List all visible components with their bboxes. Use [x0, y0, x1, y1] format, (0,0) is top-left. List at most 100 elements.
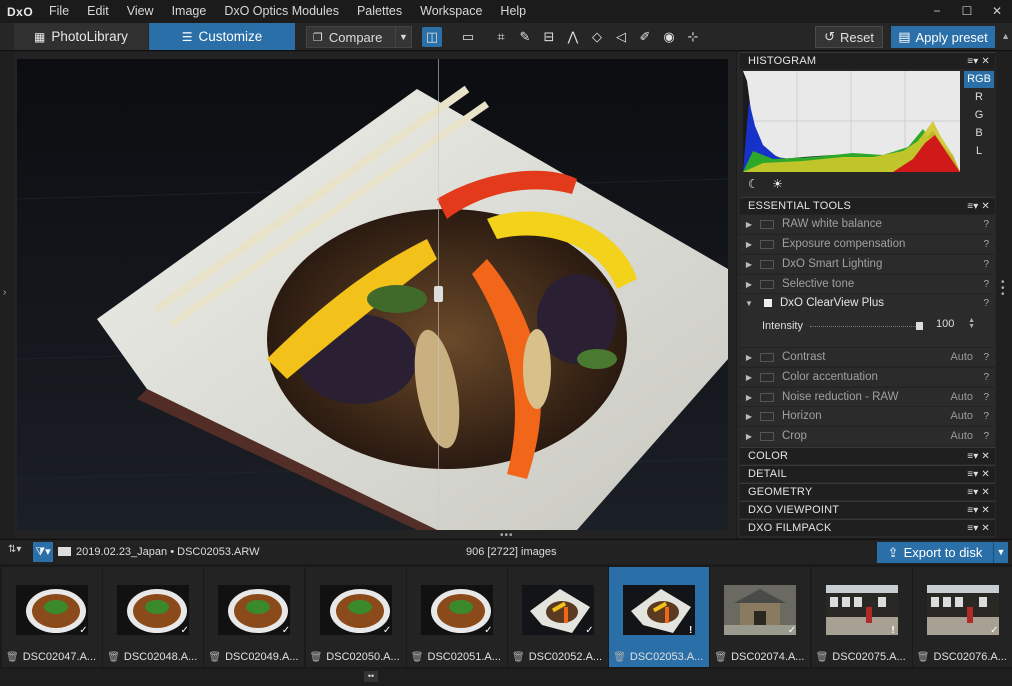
- tool-toggle[interactable]: [760, 219, 774, 229]
- expand-icon[interactable]: ▶: [742, 260, 756, 269]
- expand-icon[interactable]: ▶: [742, 412, 756, 421]
- tool-horizon[interactable]: ▶ Horizon Auto ?: [740, 406, 995, 425]
- palette-viewpoint-header[interactable]: DXO VIEWPOINT ≡▾ ✕: [740, 501, 995, 518]
- tool-smart-lighting[interactable]: ▶ DxO Smart Lighting ?: [740, 254, 995, 273]
- histogram-channel-g[interactable]: G: [964, 107, 994, 124]
- palette-filmpack-header[interactable]: DXO FILMPACK ≡▾ ✕: [740, 519, 995, 536]
- palette-color-header[interactable]: COLOR ≡▾ ✕: [740, 447, 995, 464]
- palette-menu-close-icon[interactable]: ≡▾ ✕: [967, 487, 990, 498]
- essential-tools-header[interactable]: ESSENTIAL TOOLS ≡▾ ✕: [740, 197, 995, 214]
- palette-menu-close-icon[interactable]: ≡▾ ✕: [967, 56, 990, 67]
- trash-icon[interactable]: 🗑: [310, 652, 323, 663]
- tool-toggle[interactable]: [760, 392, 774, 402]
- perspective-free-icon[interactable]: ◁: [611, 27, 631, 47]
- filmstrip-thumbnail[interactable]: ✓ 🗑 DSC02051.A...: [406, 567, 507, 667]
- help-icon[interactable]: ?: [983, 219, 989, 230]
- split-view-icon[interactable]: ◫: [422, 27, 442, 47]
- expand-icon[interactable]: ▶: [742, 373, 756, 382]
- filmstrip-thumbnail[interactable]: ✓ 🗑 DSC02076.A...: [912, 567, 1012, 667]
- filmstrip-thumbnail[interactable]: ! 🗑 DSC02075.A...: [811, 567, 912, 667]
- histogram-channel-rgb[interactable]: RGB: [964, 71, 994, 88]
- collapse-toolbar-icon[interactable]: ▲: [1001, 31, 1010, 41]
- tool-color-accentuation[interactable]: ▶ Color accentuation ?: [740, 367, 995, 386]
- tool-toggle[interactable]: [760, 372, 774, 382]
- histogram-header[interactable]: HISTOGRAM ≡▾ ✕: [740, 52, 995, 69]
- trash-icon[interactable]: 🗑: [917, 652, 930, 663]
- filter-icon[interactable]: ⧩▾: [33, 542, 53, 562]
- trash-icon[interactable]: 🗑: [512, 652, 525, 663]
- tool-noise-reduction[interactable]: ▶ Noise reduction - RAW Auto ?: [740, 387, 995, 406]
- trash-icon[interactable]: 🗑: [613, 652, 626, 663]
- expand-icon[interactable]: ▶: [742, 240, 756, 249]
- tool-raw-white-balance[interactable]: ▶ RAW white balance ?: [740, 214, 995, 233]
- palette-menu-close-icon[interactable]: ≡▾ ✕: [967, 505, 990, 516]
- expand-icon[interactable]: ▶: [742, 393, 756, 402]
- perspective-rect-icon[interactable]: ◇: [587, 27, 607, 47]
- menu-palettes[interactable]: Palettes: [348, 0, 411, 23]
- expand-icon[interactable]: ▶: [742, 280, 756, 289]
- expand-icon[interactable]: ▶: [742, 220, 756, 229]
- tool-clearview-plus[interactable]: ▼ DxO ClearView Plus ?: [740, 293, 995, 312]
- menu-edit[interactable]: Edit: [78, 0, 118, 23]
- highlight-clipping-icon[interactable]: ☀: [772, 177, 783, 191]
- trash-icon[interactable]: 🗑: [816, 652, 829, 663]
- apply-preset-button[interactable]: ▤ Apply preset: [891, 26, 995, 48]
- help-icon[interactable]: ?: [983, 392, 989, 403]
- menu-file[interactable]: File: [40, 0, 78, 23]
- filmstrip-thumbnail[interactable]: ✓ 🗑 DSC02050.A...: [305, 567, 406, 667]
- minimize-button[interactable]: −: [922, 0, 952, 22]
- help-icon[interactable]: ?: [983, 411, 989, 422]
- menu-optics-modules[interactable]: DxO Optics Modules: [215, 0, 348, 23]
- help-icon[interactable]: ?: [983, 259, 989, 270]
- palette-menu-close-icon[interactable]: ≡▾ ✕: [967, 523, 990, 534]
- filmstrip-thumbnail[interactable]: ✓ 🗑 DSC02052.A...: [508, 567, 608, 667]
- image-viewer[interactable]: •••: [14, 52, 736, 541]
- right-panel-scrollbar[interactable]: • • •: [996, 52, 1012, 538]
- trash-icon[interactable]: 🗑: [107, 652, 120, 663]
- export-dropdown-icon[interactable]: ▼: [993, 542, 1008, 563]
- local-adjust-icon[interactable]: ⊹: [683, 27, 703, 47]
- maximize-button[interactable]: ☐: [952, 0, 982, 22]
- tool-selective-tone[interactable]: ▶ Selective tone ?: [740, 274, 995, 293]
- tab-customize[interactable]: ☰ Customize: [149, 23, 295, 50]
- expand-icon[interactable]: ▶: [742, 353, 756, 362]
- drag-handle-icon[interactable]: • • •: [1001, 278, 1005, 300]
- filmstrip-thumbnail[interactable]: ✓ 🗑 DSC02049.A...: [204, 567, 305, 667]
- tool-crop[interactable]: ▶ Crop Auto ?: [740, 426, 995, 445]
- menu-view[interactable]: View: [118, 0, 163, 23]
- menu-image[interactable]: Image: [163, 0, 216, 23]
- histogram-channel-l[interactable]: L: [964, 143, 994, 160]
- horizon-icon[interactable]: ⊟: [539, 27, 559, 47]
- help-icon[interactable]: ?: [983, 352, 989, 363]
- eyedropper-icon[interactable]: ✎: [515, 27, 535, 47]
- trash-icon[interactable]: 🗑: [208, 652, 221, 663]
- tool-toggle[interactable]: [760, 259, 774, 269]
- intensity-slider-thumb[interactable]: [916, 322, 923, 330]
- photo-preview[interactable]: [17, 59, 728, 530]
- expand-icon[interactable]: ▶: [742, 432, 756, 441]
- filmstrip-thumbnail[interactable]: ! 🗑 DSC02053.A...: [609, 567, 710, 667]
- palette-geometry-header[interactable]: GEOMETRY ≡▾ ✕: [740, 483, 995, 500]
- split-handle[interactable]: [434, 286, 443, 302]
- filmstrip-thumbnail[interactable]: ✓ 🗑 DSC02074.A...: [710, 567, 811, 667]
- help-icon[interactable]: ?: [983, 239, 989, 250]
- intensity-spinner-icon[interactable]: ▲ ▼: [968, 317, 975, 330]
- filmstrip-resize-handle[interactable]: ••: [364, 671, 378, 682]
- palette-menu-close-icon[interactable]: ≡▾ ✕: [967, 451, 990, 462]
- filmstrip-thumbnail[interactable]: ✓ 🗑 DSC02047.A...: [2, 567, 102, 667]
- crop-icon[interactable]: ⌗: [491, 27, 511, 47]
- trash-icon[interactable]: 🗑: [714, 652, 727, 663]
- shadow-clipping-icon[interactable]: ☾: [748, 177, 759, 191]
- reset-button[interactable]: ↺ Reset: [815, 26, 883, 48]
- left-panel-toggle[interactable]: ›: [0, 52, 14, 538]
- red-eye-icon[interactable]: ◉: [659, 27, 679, 47]
- tool-toggle[interactable]: [760, 411, 774, 421]
- tool-toggle[interactable]: [760, 431, 774, 441]
- filmstrip[interactable]: ✓ 🗑 DSC02047.A... ✓ 🗑 DSC02048.A... ✓ 🗑 DSC02049…: [0, 565, 1012, 669]
- frame-icon[interactable]: ▭: [458, 27, 478, 47]
- tool-contrast[interactable]: ▶ Contrast Auto ?: [740, 347, 995, 366]
- trash-icon[interactable]: 🗑: [6, 652, 19, 663]
- menu-workspace[interactable]: Workspace: [411, 0, 491, 23]
- tool-toggle[interactable]: [760, 279, 774, 289]
- menu-help[interactable]: Help: [491, 0, 535, 23]
